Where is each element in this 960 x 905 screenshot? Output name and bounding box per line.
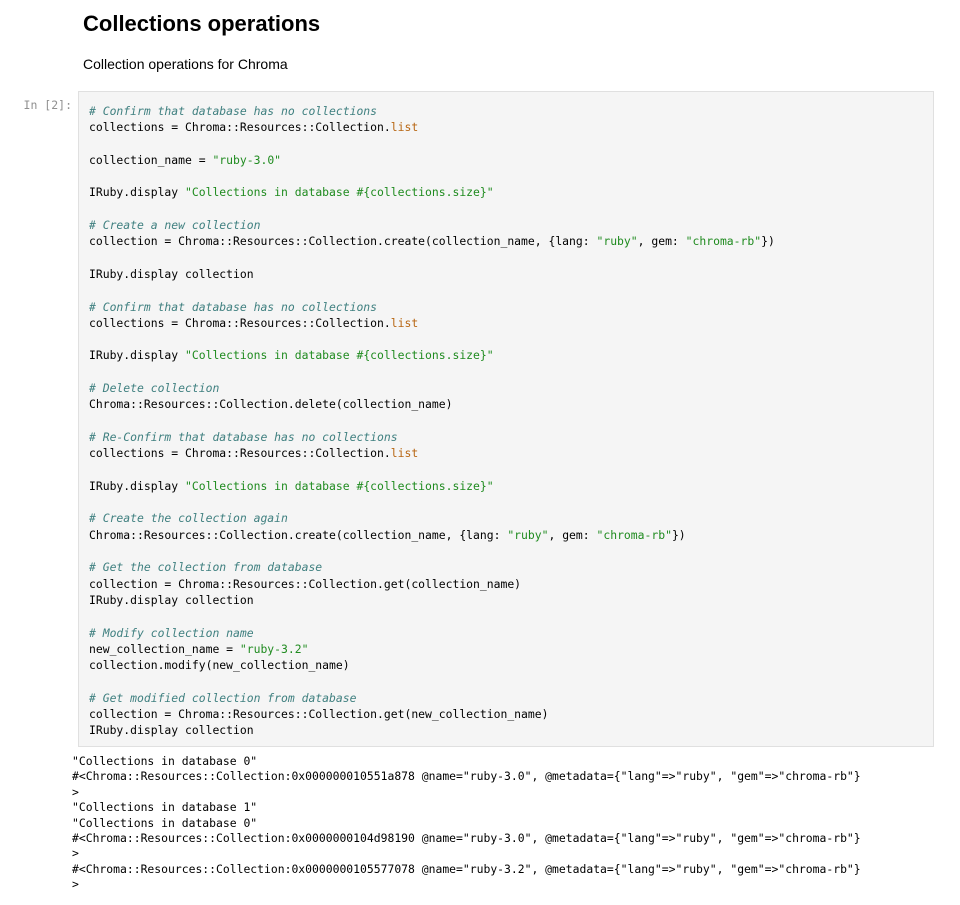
code-token-plain: , gem:	[548, 527, 597, 542]
output-line: >	[72, 846, 79, 861]
code-token-str: "ruby-3.0"	[212, 152, 282, 167]
code-lines: # Confirm that database has no collectio…	[89, 103, 775, 739]
output-line: >	[72, 784, 79, 799]
code-line: IRuby.display "Collections in database #…	[89, 184, 775, 200]
code-line: # Re-Confirm that database has no collec…	[89, 429, 775, 445]
code-line: # Confirm that database has no collectio…	[89, 299, 775, 315]
code-token-plain: })	[671, 527, 686, 542]
code-line: collection = Chroma::Resources::Collecti…	[89, 576, 775, 592]
code-line: # Create the collection again	[89, 510, 775, 526]
code-token-kw: list	[390, 120, 419, 135]
output-line: #<Chroma::Resources::Collection:0x000000…	[72, 769, 861, 784]
code-line: # Modify collection name	[89, 625, 775, 641]
code-token-plain: , gem:	[637, 234, 686, 249]
output-lines: "Collections in database 0" #<Chroma::Res…	[72, 754, 952, 893]
code-token-plain: IRuby.display	[89, 348, 186, 363]
code-line: collections = Chroma::Resources::Collect…	[89, 315, 775, 331]
code-line: collection_name = "ruby-3.0"	[89, 152, 775, 168]
code-line: # Get modified collection from database	[89, 690, 775, 706]
code-token-comment: # Get the collection from database	[89, 560, 323, 575]
code-line: # Delete collection	[89, 380, 775, 396]
output-line: #<Chroma::Resources::Collection:0x000000…	[72, 830, 861, 845]
output-line: #<Chroma::Resources::Collection:0x000000…	[72, 861, 861, 876]
code-token-plain: })	[761, 234, 775, 249]
code-token-comment: # Modify collection name	[89, 625, 254, 640]
code-token-str: "ruby-3.2"	[239, 641, 309, 656]
code-token-str: "ruby"	[507, 527, 549, 542]
code-line: IRuby.display collection	[89, 592, 775, 608]
code-token-plain: collections = Chroma::Resources::Collect…	[89, 446, 391, 461]
code-token-plain: collection_name =	[89, 152, 213, 167]
page-title: Collections operations	[83, 11, 321, 36]
code-line: collection.modify(new_collection_name)	[89, 657, 775, 673]
code-token-comment: # Confirm that database has no collectio…	[89, 299, 378, 314]
code-token-comment: # Create a new collection	[89, 218, 261, 233]
code-token-plain: collections = Chroma::Resources::Collect…	[89, 120, 391, 135]
code-line: # Get the collection from database	[89, 559, 775, 575]
code-line: collections = Chroma::Resources::Collect…	[89, 119, 775, 135]
code-token-str: "Collections in database #{collections.s…	[185, 348, 494, 363]
code-token-plain: collections = Chroma::Resources::Collect…	[89, 315, 391, 330]
markdown-description: Collection operations for Chroma	[83, 56, 288, 72]
output-line: >	[72, 877, 79, 892]
code-token-str: "ruby"	[596, 234, 638, 249]
code-token-plain: collection = Chroma::Resources::Collecti…	[89, 576, 522, 591]
code-line: collection = Chroma::Resources::Collecti…	[89, 706, 775, 722]
code-line: Chroma::Resources::Collection.delete(col…	[89, 396, 775, 412]
code-token-plain: IRuby.display collection	[89, 723, 254, 738]
code-token-kw: list	[390, 446, 419, 461]
code-token-plain: collection.modify(new_collection_name)	[89, 658, 350, 673]
code-line: collections = Chroma::Resources::Collect…	[89, 445, 775, 461]
output-line: "Collections in database 0"	[72, 815, 258, 830]
code-token-plain: IRuby.display	[89, 185, 186, 200]
code-line: collection = Chroma::Resources::Collecti…	[89, 233, 775, 249]
code-token-plain: Chroma::Resources::Collection.delete(col…	[89, 397, 453, 412]
code-token-plain: IRuby.display	[89, 478, 186, 493]
code-token-plain: IRuby.display collection	[89, 592, 254, 607]
code-token-comment: # Re-Confirm that database has no collec…	[89, 429, 398, 444]
code-token-comment: # Delete collection	[89, 381, 220, 396]
input-prompt: In [2]:	[23, 98, 72, 112]
code-token-str: "Collections in database #{collections.s…	[185, 185, 494, 200]
output-line: "Collections in database 1"	[72, 800, 258, 815]
code-line: IRuby.display "Collections in database #…	[89, 478, 775, 494]
code-token-plain: collection = Chroma::Resources::Collecti…	[89, 706, 549, 721]
code-line: IRuby.display collection	[89, 722, 775, 738]
code-token-plain: IRuby.display collection	[89, 266, 254, 281]
code-token-plain: Chroma::Resources::Collection.create(col…	[89, 527, 508, 542]
output-line: "Collections in database 0"	[72, 754, 258, 768]
code-line: new_collection_name = "ruby-3.2"	[89, 641, 775, 657]
code-token-plain: collection = Chroma::Resources::Collecti…	[89, 234, 597, 249]
code-line: # Create a new collection	[89, 217, 775, 233]
code-line: IRuby.display "Collections in database #…	[89, 347, 775, 363]
code-token-comment: # Confirm that database has no collectio…	[89, 104, 378, 118]
code-line: IRuby.display collection	[89, 266, 775, 282]
code-editor[interactable]: # Confirm that database has no collectio…	[78, 91, 934, 747]
code-token-str: "chroma-rb"	[596, 527, 672, 542]
code-token-str: "Collections in database #{collections.s…	[185, 478, 494, 493]
code-token-kw: list	[390, 315, 419, 330]
cell-output: "Collections in database 0" #<Chroma::Res…	[72, 754, 952, 893]
code-line: Chroma::Resources::Collection.create(col…	[89, 527, 775, 543]
code-token-plain: new_collection_name =	[89, 641, 240, 656]
code-token-str: "chroma-rb"	[685, 234, 762, 249]
code-token-comment: # Create the collection again	[89, 511, 288, 526]
code-line: # Confirm that database has no collectio…	[89, 103, 775, 119]
code-token-comment: # Get modified collection from database	[89, 690, 357, 705]
